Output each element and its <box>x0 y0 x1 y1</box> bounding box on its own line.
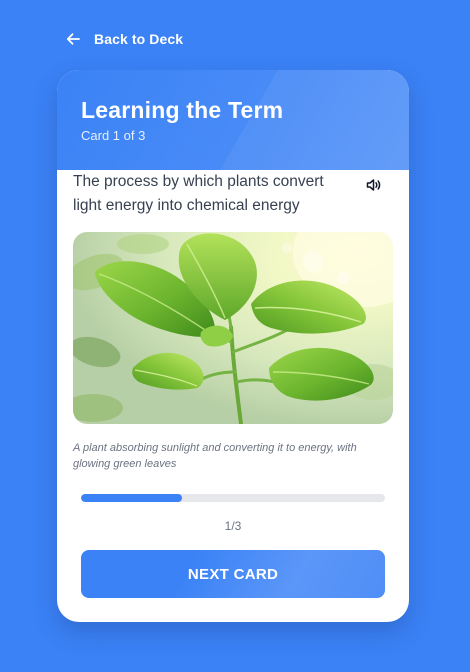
speaker-icon[interactable] <box>365 177 383 193</box>
card-title: Learning the Term <box>81 97 284 123</box>
flashcard: Learning the Term Card 1 of 3 The proces… <box>57 70 409 622</box>
plant-illustration-image <box>73 232 393 424</box>
card-counter-subtitle: Card 1 of 3 <box>81 128 146 143</box>
progress-counter: 1/3 <box>224 519 242 533</box>
progress-bar-fill <box>81 494 183 502</box>
image-caption: A plant absorbing sunlight and convertin… <box>73 442 357 470</box>
back-to-deck-label: Back to Deck <box>94 31 184 47</box>
progress-bar <box>81 494 385 502</box>
card-header: Learning the Term Card 1 of 3 <box>57 70 409 170</box>
back-to-deck-link[interactable]: Back to Deck <box>66 29 183 49</box>
arrow-left-icon <box>66 32 80 46</box>
term-definition: The process by which plants convert ligh… <box>73 173 324 214</box>
next-card-button[interactable]: NEXT CARD <box>81 550 385 598</box>
